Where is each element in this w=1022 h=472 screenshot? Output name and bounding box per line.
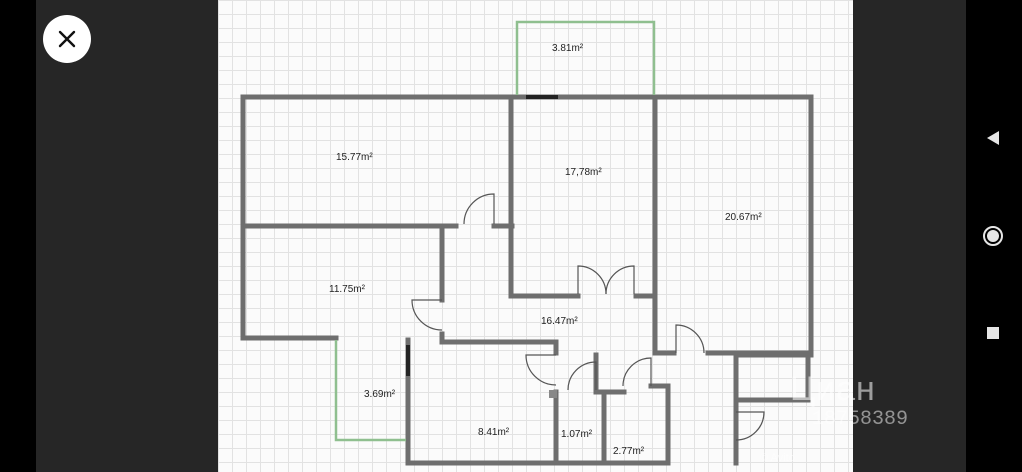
outer-wall: [240, 94, 814, 466]
circle-home-icon: [983, 226, 1003, 246]
floorplan-drawing: 3.81m² 15.77m² 17,78m² 20.67m² 11.75m² 1…: [240, 20, 814, 466]
door-swing: [577, 265, 607, 295]
close-button[interactable]: [43, 15, 91, 63]
interior-wall: [652, 97, 677, 356]
nav-recents-button[interactable]: [978, 318, 1008, 348]
room-area-label: 17,78m²: [565, 167, 602, 178]
room-area-label: 2.77m²: [613, 446, 645, 457]
interior-wall: [648, 383, 671, 465]
watermark-phone: 18758389: [812, 408, 909, 431]
door-swing: [567, 361, 597, 391]
door-swing: [525, 354, 557, 386]
door-swing: [675, 324, 705, 354]
close-icon: [58, 30, 76, 48]
square-recents-icon: [987, 327, 999, 339]
room-area-label: 20.67m²: [725, 212, 762, 223]
nav-back-button[interactable]: [978, 123, 1008, 153]
door-swing: [411, 299, 443, 331]
left-letterbox: [0, 0, 36, 472]
watermark-logo: © Avito: [760, 452, 795, 464]
door-swing: [605, 265, 635, 295]
floorplan-image: 3.81m² 15.77m² 17,78m² 20.67m² 11.75m² 1…: [218, 0, 853, 472]
nav-home-button[interactable]: [978, 221, 1008, 251]
door-swing: [622, 357, 652, 387]
room-area-label: 8.41m²: [478, 427, 510, 438]
vent-marker: [549, 390, 557, 398]
door-swing: [463, 193, 495, 225]
balcony-top-outline: [515, 20, 656, 95]
interior-wall: [439, 331, 559, 345]
room-area-label: 11.75m²: [329, 284, 366, 295]
triangle-back-icon: [987, 131, 999, 145]
interior-wall: [508, 97, 581, 299]
room-area-label: 3.81m²: [552, 43, 584, 54]
door-swing: [735, 411, 765, 441]
room-area-label: 16.47m²: [541, 316, 578, 327]
room-area-label: 15.77m²: [336, 152, 373, 163]
room-area-label: 1.07m²: [561, 429, 593, 440]
room-area-label: 3.69m²: [364, 389, 396, 400]
interior-wall: [593, 352, 627, 395]
watermark-brand: Циан: [790, 370, 876, 408]
